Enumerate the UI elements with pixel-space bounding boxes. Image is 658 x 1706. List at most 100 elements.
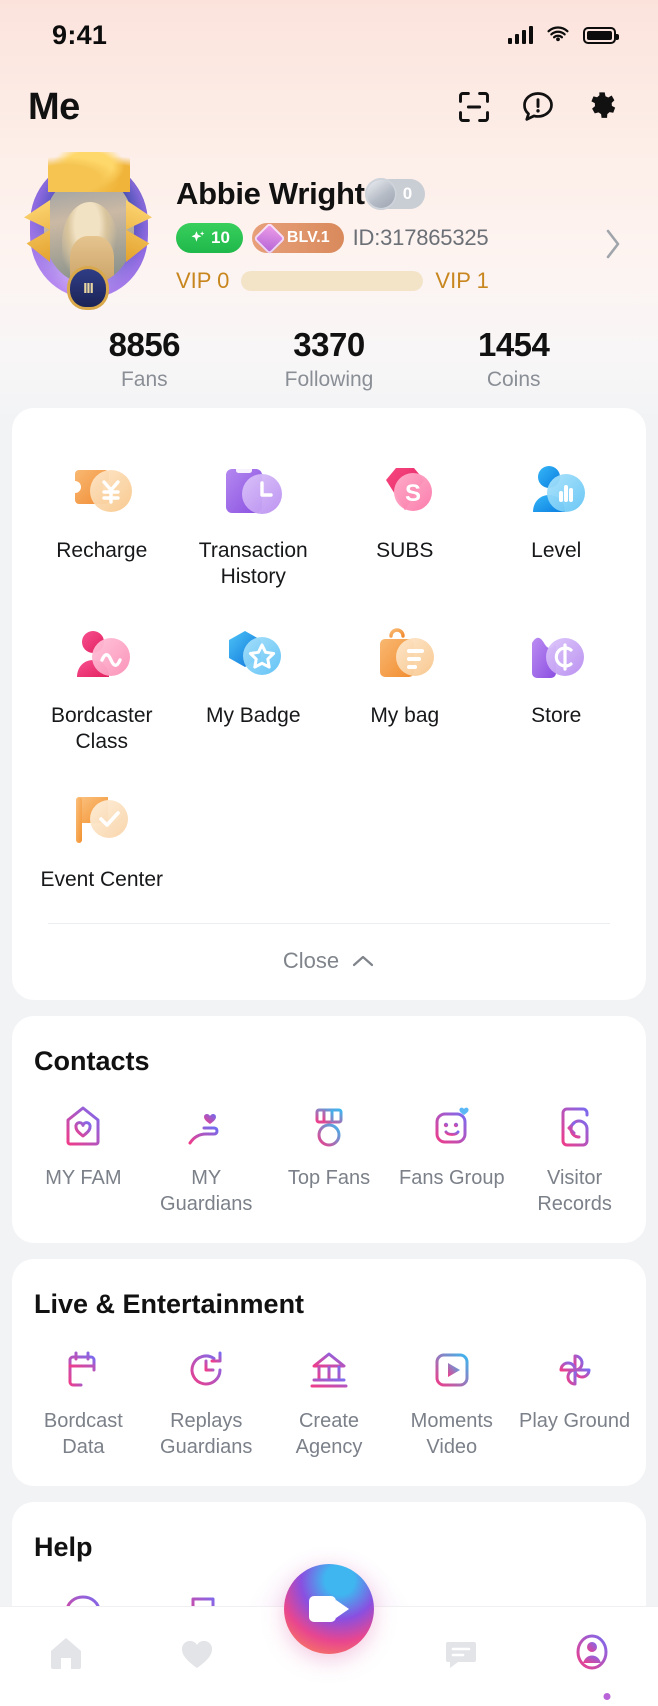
header-actions — [456, 89, 620, 125]
service-recharge[interactable]: Recharge — [26, 444, 178, 609]
service-my-bag[interactable]: My bag — [329, 609, 481, 774]
home-icon — [50, 1638, 81, 1669]
recharge-yen-ticket-icon — [65, 458, 139, 524]
service-label: SUBS — [376, 539, 434, 562]
service-event-center[interactable]: Event Center — [26, 773, 178, 911]
avatar[interactable]: III — [22, 152, 154, 310]
pinwheel-icon — [559, 1354, 591, 1386]
stat-coins[interactable]: 1454 Coins — [421, 326, 606, 392]
store-coin-icon — [519, 623, 593, 689]
scan-icon[interactable] — [456, 89, 492, 125]
services-card: Recharge Transaction History S SUBS Leve… — [12, 408, 646, 1001]
play-square-icon — [435, 1353, 469, 1387]
hand-heart-icon — [188, 1114, 219, 1145]
gem-icon — [253, 221, 286, 255]
go-live-button[interactable] — [284, 1564, 374, 1654]
live-item-label: Create Agency — [295, 1410, 363, 1459]
bordcaster-class-icon — [65, 623, 139, 689]
coin-badge[interactable]: 0 — [364, 178, 426, 210]
contacts-item-top-fans[interactable]: Top Fans — [268, 1101, 391, 1217]
user-id: ID:317865325 — [352, 225, 489, 250]
blv-badge-value: BLV.1 — [286, 229, 330, 246]
live-item-replays-guardians[interactable]: Replays Guardians — [145, 1344, 268, 1460]
services-grid: Recharge Transaction History S SUBS Leve… — [12, 430, 646, 911]
transaction-history-clock-icon — [216, 458, 290, 524]
profile-details: Abbie Wright 0 10 BLV.1 ID:317865325 VIP… — [154, 154, 598, 304]
stat-label: Fans — [120, 368, 168, 391]
status-bar-time: 9:41 — [52, 19, 108, 50]
service-label: Recharge — [56, 539, 148, 562]
feedback-icon[interactable] — [520, 89, 556, 125]
close-services-button[interactable]: Close — [12, 924, 646, 1000]
my-badge-star-icon — [216, 623, 290, 689]
chevron-up-icon — [353, 956, 374, 967]
nav-likes[interactable] — [132, 1623, 264, 1683]
home-heart-icon — [66, 1106, 100, 1146]
subs-diamond-icon: S — [368, 458, 442, 524]
app-screen: 9:41 Me III Abbie Wright 0 10 BLV.1 ID:3… — [0, 0, 658, 1706]
live-entertainment-card: Live & Entertainment Bordcast Data Repla… — [12, 1259, 646, 1487]
svg-text:S: S — [405, 480, 421, 507]
nav-profile[interactable] — [526, 1623, 658, 1700]
contacts-item-fans-group[interactable]: Fans Group — [390, 1101, 513, 1217]
live-item-bordcast-data[interactable]: Bordcast Data — [22, 1344, 145, 1460]
nav-messages[interactable] — [395, 1623, 527, 1683]
service-subs[interactable]: S SUBS — [329, 444, 481, 609]
profile-name: Abbie Wright — [176, 176, 365, 211]
service-label: Level — [531, 539, 582, 562]
live-item-label: Bordcast Data — [43, 1410, 123, 1459]
crown-decoration-icon — [48, 152, 130, 192]
service-label: Bordcaster Class — [50, 703, 153, 753]
profile-name-row: Abbie Wright 0 — [176, 176, 598, 212]
medal-icon — [315, 1108, 343, 1147]
live-item-label: Replays Guardians — [160, 1410, 253, 1459]
live-item-play-ground[interactable]: Play Ground — [513, 1344, 636, 1460]
service-transaction-history[interactable]: Transaction History — [178, 444, 330, 609]
stat-label: Coins — [486, 368, 541, 391]
profile-chevron-right-icon[interactable] — [598, 154, 628, 304]
page-title: Me — [28, 85, 80, 128]
my-bag-icon — [368, 623, 442, 689]
service-my-badge[interactable]: My Badge — [178, 609, 330, 774]
vip-progress-bar — [241, 271, 424, 291]
service-label: My bag — [370, 703, 440, 727]
wifi-icon — [547, 26, 569, 42]
service-store[interactable]: Store — [481, 609, 633, 774]
blv-badge[interactable]: BLV.1 — [251, 221, 344, 255]
stats-row: 8856 Fans 3370 Following 1454 Coins — [0, 304, 658, 392]
live-item-moments-video[interactable]: Moments Video — [390, 1344, 513, 1460]
nav-home[interactable] — [0, 1623, 132, 1683]
stat-value: 1454 — [477, 326, 550, 363]
vip-current-label: VIP 0 — [176, 268, 230, 293]
service-bordcaster-class[interactable]: Bordcaster Class — [26, 609, 178, 774]
contacts-item-label: Top Fans — [287, 1167, 371, 1190]
profile-section[interactable]: III Abbie Wright 0 10 BLV.1 ID:317865325… — [0, 144, 658, 310]
service-level[interactable]: Level — [481, 444, 633, 609]
contacts-grid: MY FAM MY Guardians Top Fans Fans Group … — [12, 1077, 646, 1243]
phone-back-arrow-icon — [561, 1107, 589, 1147]
gear-icon[interactable] — [584, 89, 620, 125]
contacts-item-my-fam[interactable]: MY FAM — [22, 1101, 145, 1217]
clock-refresh-icon — [190, 1351, 222, 1386]
contacts-item-my-guardians[interactable]: MY Guardians — [145, 1101, 268, 1217]
chat-bubble-icon — [445, 1642, 476, 1668]
signal-bars-icon — [507, 26, 533, 44]
level-badge[interactable]: 10 — [176, 223, 243, 253]
stat-following[interactable]: 3370 Following — [237, 326, 422, 392]
stat-fans[interactable]: 8856 Fans — [52, 326, 237, 392]
status-bar: 9:41 — [0, 0, 658, 70]
contacts-item-label: Fans Group — [398, 1167, 505, 1190]
live-item-create-agency[interactable]: Create Agency — [268, 1344, 391, 1460]
level-badge-value: 10 — [211, 228, 230, 247]
contacts-item-label: MY Guardians — [160, 1167, 253, 1216]
service-label: Transaction History — [198, 539, 308, 589]
contacts-item-visitor-records[interactable]: Visitor Records — [513, 1101, 636, 1217]
face-heart-icon — [435, 1107, 469, 1144]
shield-label: III — [83, 279, 93, 297]
level-chart-icon — [519, 458, 593, 524]
contacts-item-label: MY FAM — [45, 1167, 122, 1190]
help-title: Help — [34, 1532, 93, 1563]
contacts-card: Contacts MY FAM MY Guardians Top Fans Fa… — [12, 1016, 646, 1244]
service-label: Store — [531, 703, 582, 727]
service-label: Event Center — [40, 868, 164, 891]
